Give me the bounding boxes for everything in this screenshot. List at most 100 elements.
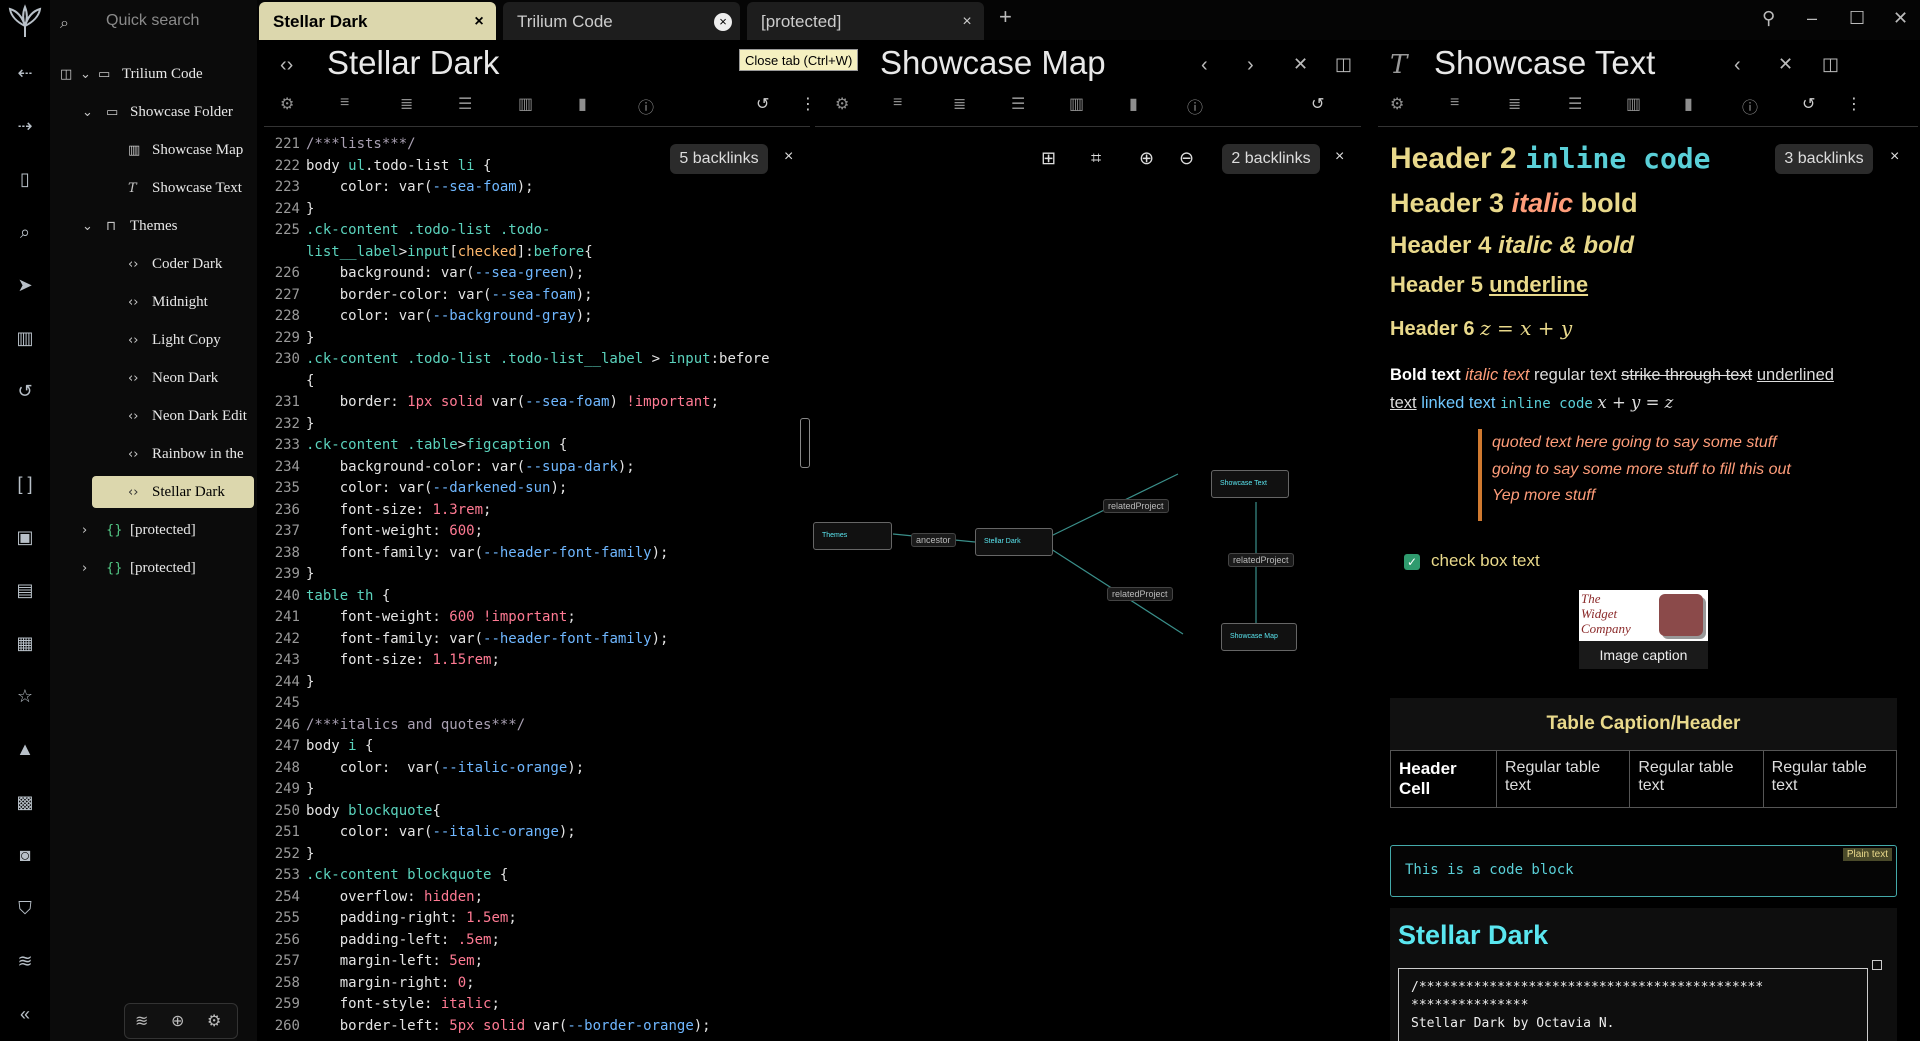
note-title[interactable]: Stellar Dark [327,44,499,82]
history-icon[interactable]: ↺ [756,94,769,114]
graduation-icon[interactable]: ▲ [13,737,37,761]
link[interactable]: linked text [1421,394,1495,412]
similar-notes-icon[interactable]: ▮ [1684,94,1693,114]
resize-handle[interactable] [1872,960,1882,970]
code-token: ; [710,394,720,410]
properties-icon[interactable]: ⚙ [1390,94,1404,114]
line-number: 233 [274,437,300,453]
map-node[interactable]: Themes [813,522,892,550]
gear-icon[interactable]: ⚙ [207,1011,221,1031]
tree-item-theme[interactable]: ‹› Neon Dark [128,362,218,394]
relation-map-canvas[interactable] [813,44,1363,844]
note-map-icon[interactable]: ▥ [1626,94,1641,114]
tree-item-trilium-code[interactable]: ◫ ⌄ ▭ Trilium Code [60,58,255,90]
owned-attributes-icon[interactable]: ≣ [1508,94,1521,114]
code-line: 238 font-family: var(--header-font-famil… [262,543,770,565]
maximize-icon[interactable]: ☐ [1849,8,1865,29]
previous-split-icon[interactable]: ‹ [1734,54,1741,77]
tree-item-protected[interactable]: ›{} [protected] [82,514,196,546]
layers-icon[interactable]: ≋ [135,1011,148,1031]
star-icon[interactable]: ☆ [13,684,37,708]
close-split-icon[interactable]: ✕ [1778,54,1793,75]
more-menu-icon[interactable]: ⋮ [1846,94,1862,114]
map-node[interactable]: Showcase Text [1211,470,1289,498]
close-window-icon[interactable]: ✕ [1893,8,1908,29]
minimize-icon[interactable]: – [1807,8,1817,29]
bot-icon[interactable]: ◙ [13,843,37,867]
forward-in-history-icon[interactable]: ⇢ [13,114,37,138]
promoted-attributes-icon[interactable]: ≡ [340,94,349,112]
scrollbar-thumb[interactable] [800,418,810,468]
hoist-icon[interactable]: ◫ [60,59,80,91]
crosshair-icon[interactable]: ⊕ [171,1011,184,1031]
tree-item-theme[interactable]: ‹› Neon Dark Edit [128,400,247,432]
split-map-note: Showcase Map ‹ › ✕ ◫ ⚙ ≡ ≣ ☰ ▥ ▮ ⓘ ↺ ⋮ ⊞… [813,44,1363,1041]
back-in-history-icon[interactable]: ⇠ [13,61,37,85]
owned-attributes-icon[interactable]: ≣ [400,94,413,114]
bracket-icon[interactable]: [ ] [13,472,37,496]
tree-item-showcase-text[interactable]: T Showcase Text [128,172,242,204]
map-node[interactable]: Showcase Map [1221,623,1297,651]
quick-search-input[interactable]: Quick search [106,12,199,30]
tree-item-theme-active[interactable]: ‹› Stellar Dark [92,476,254,508]
note-map-icon[interactable]: ▥ [518,94,533,114]
similar-notes-icon[interactable]: ▮ [578,94,587,114]
tree-item-theme[interactable]: ‹› Rainbow in the [128,438,244,470]
history-icon[interactable]: ↺ [1802,94,1815,114]
close-tab-icon[interactable]: × [714,13,732,31]
tree-item-showcase-folder[interactable]: ⌄ ▭ Showcase Folder [82,96,233,128]
collapse-chevron-icon[interactable]: ⌄ [82,97,106,129]
briefcase-icon[interactable]: ▤ [13,578,37,602]
note-map-icon[interactable]: ▥ [13,326,37,350]
close-backlinks-icon[interactable]: × [784,148,793,166]
code-editor[interactable]: 221/***lists***/222 body ul.todo-list li … [262,134,770,1037]
new-tab-icon[interactable]: + [999,4,1012,30]
calendar-icon[interactable]: ▩ [13,790,37,814]
code-token: margin-left: [306,953,450,969]
inherited-attributes-icon[interactable]: ☰ [458,94,472,114]
included-note-title[interactable]: Stellar Dark [1398,920,1548,951]
shield-icon[interactable]: ⛉ [13,896,37,920]
promoted-attributes-icon[interactable]: ≡ [1450,94,1459,112]
close-tab-icon[interactable]: × [470,13,488,31]
expand-chevron-icon[interactable]: › [82,515,106,547]
tab-stellar-dark[interactable]: Stellar Dark × [259,2,496,40]
book-icon[interactable]: ▦ [13,631,37,655]
code-token: ; [567,609,576,625]
search-icon[interactable]: ⌕ [13,220,37,244]
more-menu-icon[interactable]: ⋮ [800,94,812,114]
trilium-logo-icon[interactable] [5,4,45,44]
line-number: 243 [274,652,300,668]
tree-item-themes[interactable]: ⌄ ⊓ Themes [82,210,177,242]
code-block[interactable]: Plain text This is a code block [1390,845,1897,897]
send-icon[interactable]: ➤ [13,273,37,297]
info-icon[interactable]: ⓘ [1742,94,1758,118]
pin-icon[interactable]: ⚲ [1762,8,1775,29]
inherited-attributes-icon[interactable]: ☰ [1568,94,1582,114]
expand-chevron-icon[interactable]: › [82,553,106,585]
tree-item-showcase-map[interactable]: ▥ Showcase Map [128,134,243,166]
backlinks-badge[interactable]: 3 backlinks [1775,144,1873,174]
close-backlinks-icon[interactable]: × [1890,148,1899,166]
collapse-chevron-icon[interactable]: ⌄ [82,211,106,243]
note-title[interactable]: Showcase Text [1434,44,1655,82]
tab-trilium-code[interactable]: Trilium Code × [503,2,740,40]
recent-changes-icon[interactable]: ↺ [13,379,37,403]
toggle-right-panel-icon[interactable]: ◫ [1822,54,1839,75]
info-icon[interactable]: ⓘ [638,94,654,118]
collapse-chevron-icon[interactable]: ⌄ [80,59,98,91]
tree-item-theme[interactable]: ‹› Light Copy [128,324,221,356]
new-note-icon[interactable]: ▯ [13,167,37,191]
tree-item-theme[interactable]: ‹› Coder Dark [128,248,222,280]
trilium-window: ⇠ ⇢ ▯ ⌕ ➤ ▥ ↺ [ ] ▣ ▤ ▦ ☆ ▲ ▩ ◙ ⛉ ≋ « ⌕ … [0,0,1920,1041]
stamp-icon[interactable]: ▣ [13,525,37,549]
map-node[interactable]: Stellar Dark [975,528,1053,556]
collapse-sidebar-icon[interactable]: « [13,1002,37,1026]
close-tab-icon[interactable]: × [958,13,976,31]
wifi-icon[interactable]: ≋ [13,949,37,973]
properties-icon[interactable]: ⚙ [280,94,294,114]
tree-item-theme[interactable]: ‹› Midnight [128,286,208,318]
checkbox[interactable]: ✓ [1404,554,1420,570]
tree-item-protected[interactable]: ›{} [protected] [82,552,196,584]
tab-protected[interactable]: [protected] × [747,2,984,40]
